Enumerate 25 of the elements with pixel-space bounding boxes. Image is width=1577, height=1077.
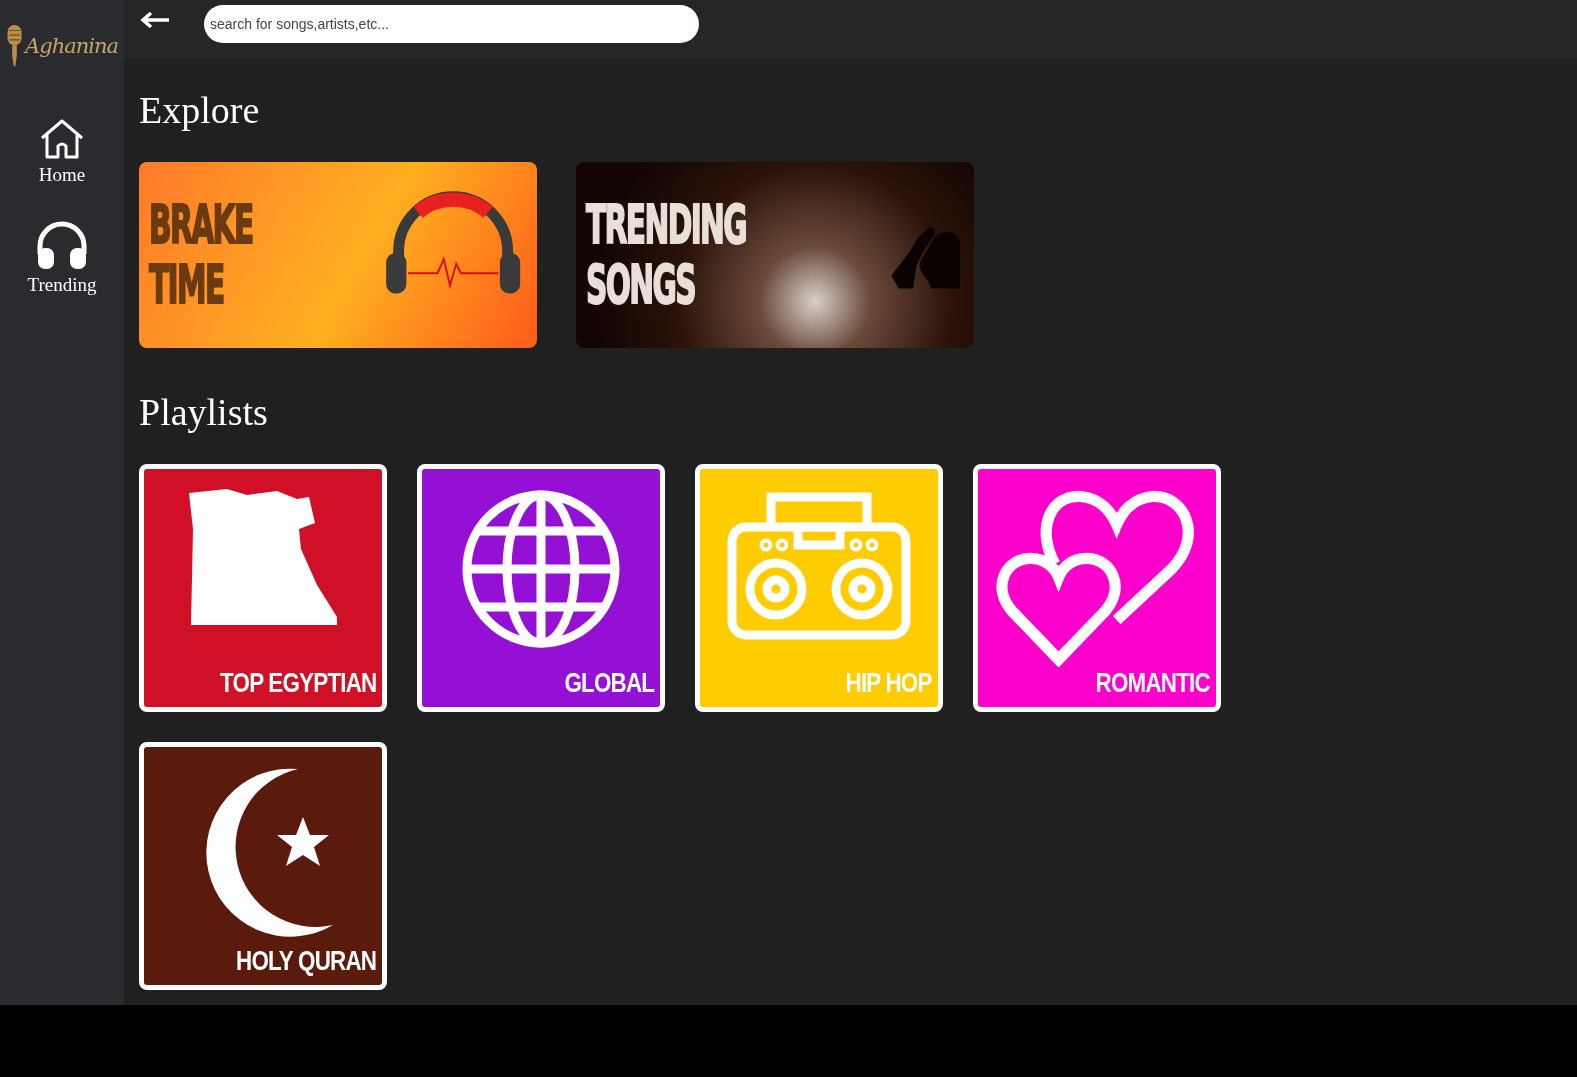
playlist-title: GLOBAL: [564, 667, 654, 699]
banner-title: TRENDING SONGS: [586, 195, 746, 315]
home-icon: [39, 118, 85, 160]
back-arrow-icon: [140, 11, 170, 29]
nav-link[interactable]: Trending: [27, 220, 97, 296]
globe-icon: [461, 489, 621, 649]
playlist-title: ROMANTIC: [1095, 667, 1210, 699]
logo-text[interactable]: Aghanina: [25, 34, 118, 58]
playlist-card[interactable]: HOLY QURAN: [139, 742, 387, 990]
playlist-card[interactable]: ROMANTIC: [973, 464, 1221, 712]
map-silhouette-icon: [187, 489, 339, 625]
explore-banner[interactable]: BRAKE TIME: [139, 162, 537, 348]
nav-link[interactable]: Home: [38, 118, 86, 186]
back-button[interactable]: [140, 11, 170, 29]
section-heading: Explore: [139, 88, 261, 132]
playlist-card[interactable]: GLOBAL: [417, 464, 665, 712]
headphones-icon: [36, 220, 88, 270]
playlist-title: TOP EGYPTIAN: [219, 667, 376, 699]
playlist-card[interactable]: TOP EGYPTIAN: [139, 464, 387, 712]
search-field[interactable]: search for songs,artists,etc...: [204, 5, 699, 43]
section-heading: Playlists: [139, 390, 269, 434]
playlist-title: HIP HOP: [845, 667, 932, 699]
banner-title: BRAKE TIME: [149, 195, 254, 315]
playlist-title: HOLY QURAN: [235, 945, 376, 977]
explore-banner[interactable]: TRENDING SONGS: [576, 162, 974, 348]
